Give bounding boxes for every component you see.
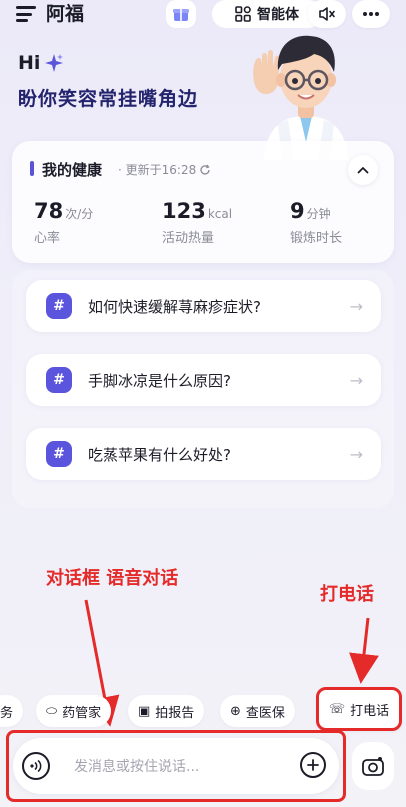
gift-button[interactable]	[166, 0, 196, 28]
question-text: 如何快速缓解荨麻疹症状?	[88, 297, 261, 316]
metric-value: 123	[162, 199, 206, 223]
voice-wave-icon	[30, 759, 42, 773]
report-icon: ▣	[138, 703, 151, 719]
camera-button[interactable]	[352, 742, 394, 790]
question-card[interactable]: # 吃蒸苹果有什么好处? →	[26, 428, 381, 480]
pill-icon: ⬭	[46, 703, 58, 719]
chip-task[interactable]: 务	[0, 695, 24, 727]
chip-insurance[interactable]: ⊕ 查医保	[220, 695, 295, 727]
hashtag-icon: #	[46, 441, 72, 467]
metric-calories: 123 kcal 活动热量	[162, 199, 232, 246]
gift-icon	[173, 9, 189, 21]
sparkle-icon	[45, 54, 64, 72]
question-text: 手脚冰凉是什么原因?	[88, 371, 231, 390]
phone-icon: ☏	[328, 701, 346, 717]
voice-input-button[interactable]	[22, 752, 50, 780]
health-update-text: · 更新于16:28	[118, 163, 197, 177]
chip-label: 查医保	[245, 705, 285, 721]
plus-icon	[307, 759, 319, 771]
chip-call[interactable]: ☏ 打电话	[316, 687, 402, 731]
collapse-button[interactable]	[348, 155, 378, 185]
camera-icon	[362, 757, 384, 776]
chevron-up-icon	[357, 167, 369, 174]
annotation-arrow-call	[349, 617, 379, 684]
greeting-hi: Hi	[18, 52, 64, 74]
app-title: 阿福	[46, 3, 85, 25]
annotation-dialog-label: 对话框 语音对话	[46, 568, 179, 589]
metric-label: 锻炼时长	[290, 231, 343, 246]
metric-unit: kcal	[207, 207, 233, 221]
metric-value: 78	[34, 199, 64, 223]
arrow-right-icon: →	[349, 296, 363, 316]
chip-medicine[interactable]: ⬭ 药管家	[36, 695, 112, 727]
metric-label: 心率	[34, 231, 61, 246]
insurance-icon: ⊕	[230, 703, 241, 719]
arrow-right-icon: →	[349, 370, 363, 390]
annotation-call-label: 打电话	[320, 584, 374, 605]
chip-label: 打电话	[350, 703, 390, 719]
health-title: 我的健康	[42, 161, 103, 179]
health-update-time: · 更新于16:28	[118, 161, 211, 178]
add-button[interactable]	[300, 752, 326, 778]
refresh-icon[interactable]	[199, 164, 211, 176]
menu-icon[interactable]	[16, 6, 36, 22]
arrow-right-icon: →	[349, 444, 363, 464]
message-input[interactable]: 发消息或按住说话...	[74, 756, 199, 776]
more-dots-icon	[363, 12, 379, 16]
question-card[interactable]: # 如何快速缓解荨麻疹症状? →	[26, 280, 381, 332]
hashtag-icon: #	[46, 293, 72, 319]
metric-unit: 次/分	[65, 207, 94, 221]
metric-value: 9	[290, 199, 305, 223]
chip-label: 药管家	[62, 705, 102, 721]
question-card[interactable]: # 手脚冰凉是什么原因? →	[26, 354, 381, 406]
doctor-avatar	[253, 35, 348, 160]
chip-report[interactable]: ▣ 拍报告	[128, 695, 205, 727]
hashtag-icon: #	[46, 367, 72, 393]
health-title-accent	[30, 161, 34, 176]
greeting-slogan: 盼你笑容常挂嘴角边	[18, 88, 199, 110]
greeting-hi-text: Hi	[18, 52, 41, 74]
metric-heart-rate: 78 次/分 心率	[34, 199, 93, 246]
chip-label: 拍报告	[155, 705, 195, 721]
metric-unit: 分钟	[306, 207, 331, 221]
chip-label: 务	[0, 705, 14, 721]
metric-exercise: 9 分钟 锻炼时长	[290, 199, 342, 246]
question-text: 吃蒸苹果有什么好处?	[88, 445, 231, 464]
metric-label: 活动热量	[162, 231, 215, 246]
